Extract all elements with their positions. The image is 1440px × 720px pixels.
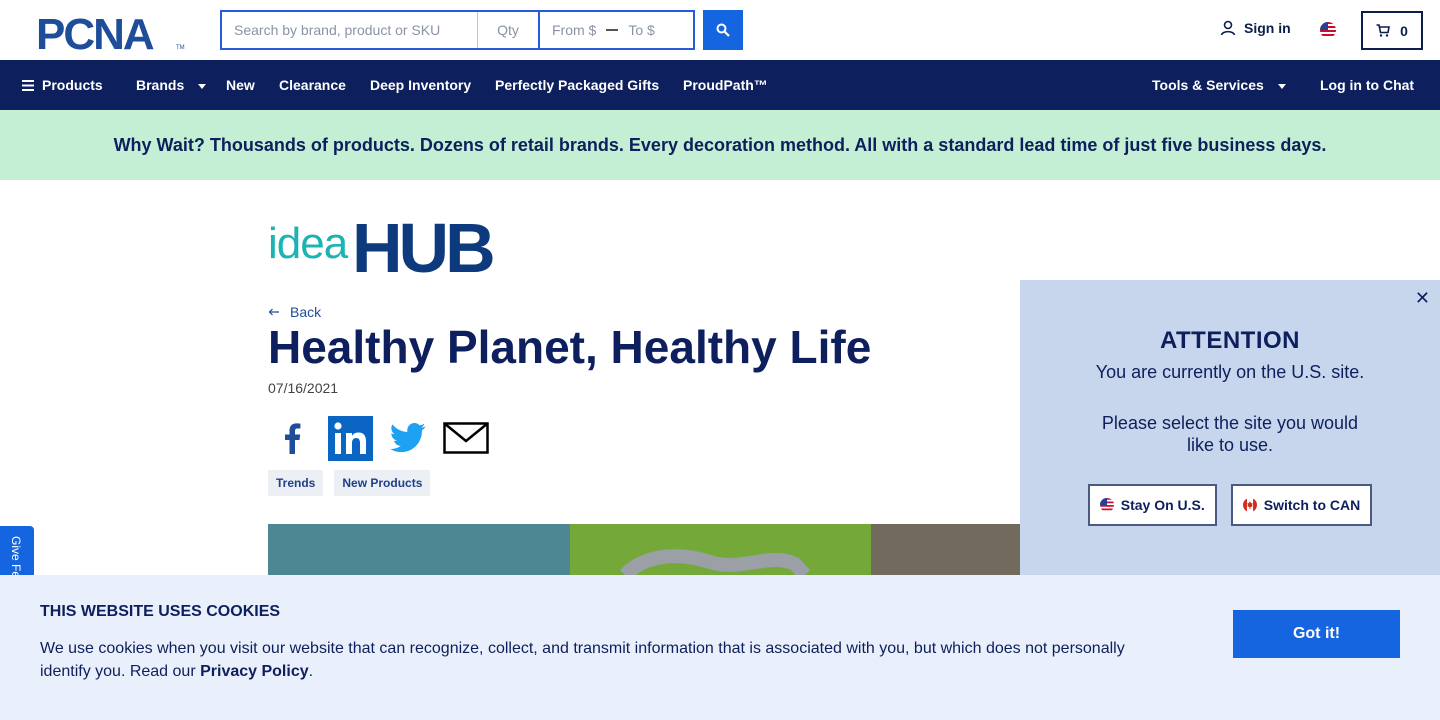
email-icon xyxy=(443,422,489,454)
share-buttons xyxy=(268,414,490,462)
linkedin-icon xyxy=(327,415,373,461)
twitter-icon xyxy=(390,423,426,453)
chevron-down-icon xyxy=(198,83,207,89)
nav-label: Log in to Chat xyxy=(1320,77,1415,93)
ideahub-logo[interactable]: idea HUB xyxy=(268,214,520,274)
cookie-suffix: . xyxy=(308,663,314,680)
feedback-label: Give Feedback xyxy=(9,536,23,575)
back-label: Back xyxy=(290,304,322,320)
nav-tools-services[interactable]: Tools & Services xyxy=(1152,60,1286,110)
twitter-share[interactable] xyxy=(384,414,432,462)
nav-label: Tools & Services xyxy=(1152,77,1264,93)
cart-button[interactable]: 0 xyxy=(1361,11,1423,50)
nav-proudpath[interactable]: ProudPath™ xyxy=(683,60,768,110)
hero-panel-brown xyxy=(871,524,1020,575)
us-flag-icon[interactable] xyxy=(1320,22,1336,38)
search-bar: Search by brand, product or SKU Qty From… xyxy=(220,10,695,50)
nav-new[interactable]: New xyxy=(226,60,255,110)
nav-perfectly-packaged-gifts[interactable]: Perfectly Packaged Gifts xyxy=(495,60,659,110)
facebook-icon xyxy=(285,423,301,454)
site-selector-dialog: ✕ ATTENTION You are currently on the U.S… xyxy=(1020,280,1440,575)
dialog-title: ATTENTION xyxy=(1159,327,1301,354)
arrow-left-icon xyxy=(268,308,279,316)
linkedin-share[interactable] xyxy=(326,414,374,462)
pcna-logo[interactable]: PCNA TM xyxy=(36,12,186,52)
price-to-input[interactable]: To $ xyxy=(628,22,654,38)
nav-clearance[interactable]: Clearance xyxy=(279,60,346,110)
bag-handle-image xyxy=(619,549,811,575)
hero-panel-teal xyxy=(268,524,570,575)
nav-label: Brands xyxy=(136,77,185,93)
switch-to-can-button[interactable]: Switch to CAN xyxy=(1230,484,1373,526)
banner-text: Why Wait? Thousands of products. Dozens … xyxy=(113,134,1327,155)
close-icon[interactable]: ✕ xyxy=(1415,288,1430,309)
give-feedback-tab[interactable]: Give Feedback xyxy=(0,526,34,575)
cookie-accept-button[interactable]: Got it! xyxy=(1233,610,1400,658)
promo-banner: Why Wait? Thousands of products. Dozens … xyxy=(0,110,1440,180)
canada-flag-icon xyxy=(1242,498,1257,512)
svg-text:TM: TM xyxy=(176,45,185,51)
us-flag-icon xyxy=(1099,498,1114,512)
nav-label: Deep Inventory xyxy=(370,77,472,93)
email-share[interactable] xyxy=(442,414,490,462)
tag-trends[interactable]: Trends xyxy=(268,470,324,496)
stay-on-us-button[interactable]: Stay On U.S. xyxy=(1087,484,1217,526)
nav-log-in-to-chat[interactable]: Log in to Chat xyxy=(1320,60,1414,110)
user-icon xyxy=(1220,20,1236,36)
sign-in-link[interactable]: Sign in xyxy=(1220,20,1291,36)
qty-input[interactable]: Qty xyxy=(478,12,540,48)
article-date: 07/16/2021 xyxy=(268,380,339,396)
cookie-banner: THIS WEBSITE USES COOKIES We use cookies… xyxy=(0,575,1440,720)
cookie-title: THIS WEBSITE USES COOKIES xyxy=(40,603,281,620)
cart-count: 0 xyxy=(1400,22,1408,39)
nav-brands[interactable]: Brands xyxy=(136,60,207,110)
cart-icon xyxy=(1376,24,1391,37)
nav-label: ProudPath™ xyxy=(683,77,768,93)
dialog-buttons: Stay On U.S. Switch to CAN xyxy=(1020,484,1440,526)
price-from-input[interactable]: From $ xyxy=(552,22,596,38)
svg-text:HUB: HUB xyxy=(352,214,493,274)
tag-new-products[interactable]: New Products xyxy=(334,470,431,496)
nav-deep-inventory[interactable]: Deep Inventory xyxy=(370,60,471,110)
range-dash xyxy=(606,29,619,31)
nav-label: New xyxy=(226,77,255,93)
hero-panel-green xyxy=(570,524,871,575)
nav-label: Perfectly Packaged Gifts xyxy=(495,77,660,93)
site-header: PCNA TM Search by brand, product or SKU … xyxy=(0,0,1440,60)
back-link[interactable]: Back xyxy=(268,304,321,320)
chevron-down-icon xyxy=(1277,83,1286,89)
switch-label: Switch to CAN xyxy=(1263,497,1361,513)
search-button[interactable] xyxy=(703,10,743,50)
nav-label: Clearance xyxy=(279,77,346,93)
nav-label: Products xyxy=(42,77,103,93)
svg-text:idea: idea xyxy=(268,219,349,268)
svg-text:PCNA: PCNA xyxy=(36,12,154,52)
privacy-policy-link[interactable]: Privacy Policy xyxy=(200,663,309,680)
hero-image xyxy=(268,524,1020,575)
dialog-current-site-text: You are currently on the U.S. site. xyxy=(1095,362,1365,382)
cookie-text: We use cookies when you visit our websit… xyxy=(40,637,1150,683)
price-range: From $ To $ xyxy=(540,12,693,48)
stay-label: Stay On U.S. xyxy=(1120,497,1205,513)
page-title: Healthy Planet, Healthy Life xyxy=(268,321,872,373)
sign-in-label: Sign in xyxy=(1244,20,1291,36)
search-input[interactable]: Search by brand, product or SKU xyxy=(222,12,478,48)
nav-products[interactable]: Products xyxy=(22,60,103,110)
search-icon xyxy=(716,23,730,37)
main-nav: Products Brands New Clearance Deep Inven… xyxy=(0,60,1440,110)
hamburger-icon xyxy=(22,79,34,91)
article-tags: Trends New Products xyxy=(268,470,431,496)
dialog-select-text: Please select the site you would like to… xyxy=(1101,413,1359,455)
facebook-share[interactable] xyxy=(268,414,316,462)
